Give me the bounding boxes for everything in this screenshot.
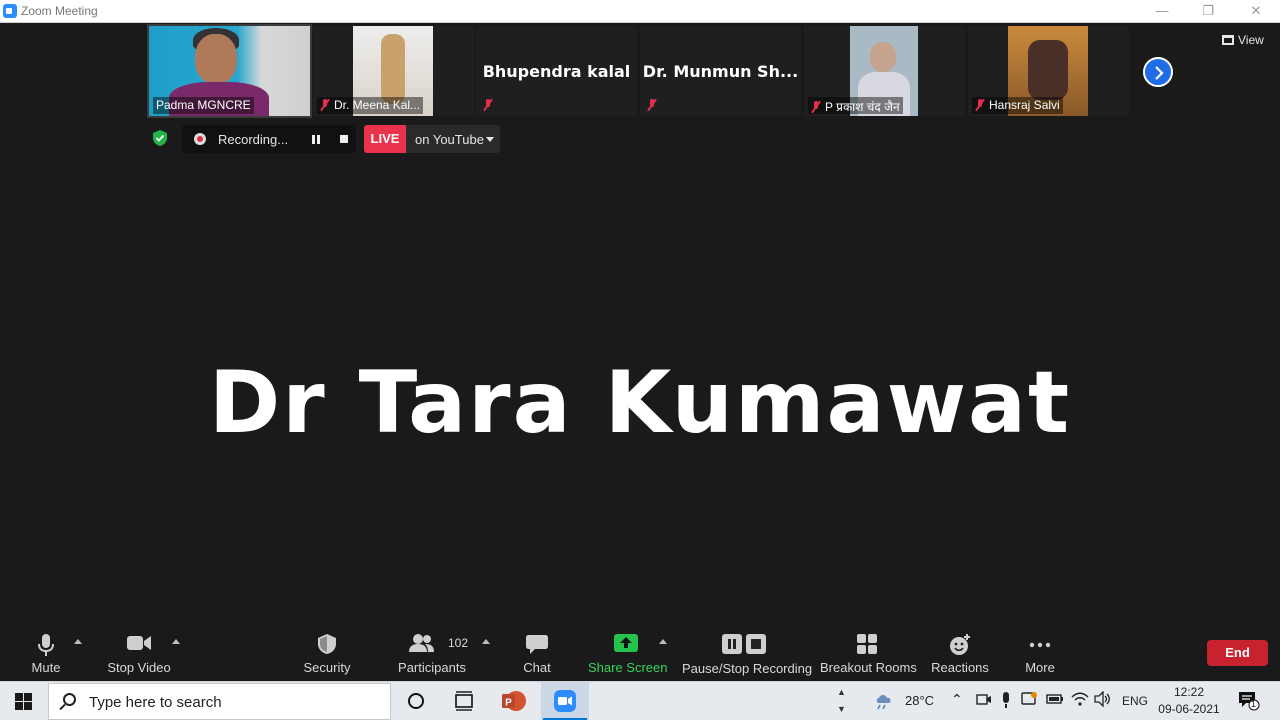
display-tray-icon[interactable]	[1021, 691, 1039, 710]
stop-video-button[interactable]: Stop Video	[104, 627, 174, 681]
chevron-right-icon	[1155, 66, 1164, 80]
participant-display-name: Dr. Munmun Sh...	[642, 62, 799, 81]
live-badge: LIVE	[364, 125, 406, 153]
zoom-app-icon	[554, 690, 576, 712]
chat-bubble-icon	[526, 635, 548, 654]
taskbar-search-box[interactable]: Type here to search	[48, 683, 391, 720]
participants-icon	[408, 634, 434, 652]
zoom-taskbar-button[interactable]	[541, 682, 589, 720]
mic-muted-icon	[975, 99, 985, 111]
view-button[interactable]: View	[1216, 31, 1272, 51]
zoom-logo-icon	[3, 4, 17, 18]
participant-mic	[644, 97, 664, 114]
reactions-smiley-icon	[950, 634, 970, 655]
video-options-caret[interactable]	[172, 639, 180, 644]
mic-muted-icon	[483, 99, 493, 111]
cortana-circle-icon	[408, 693, 424, 709]
notifications-button[interactable]: 1	[1238, 691, 1260, 714]
pause-recording-button[interactable]	[312, 135, 320, 144]
notification-count: 1	[1251, 699, 1257, 709]
meeting-area: Padma MGNCRE Dr. Meena Kal... Bhupendra …	[0, 23, 1280, 681]
participant-tile[interactable]: Bhupendra kalal	[476, 26, 637, 116]
participant-tile[interactable]: P प्रकाश चंद जैन	[804, 26, 965, 116]
search-icon	[63, 693, 76, 706]
participant-tile[interactable]: Dr. Munmun Sh...	[640, 26, 801, 116]
search-placeholder: Type here to search	[89, 694, 222, 711]
breakout-rooms-icon	[857, 634, 877, 654]
security-shield-icon	[318, 634, 336, 654]
meet-now-icon[interactable]	[976, 692, 992, 711]
participant-display-name: Bhupendra kalal	[482, 62, 631, 81]
meeting-toolbar: Mute Stop Video Security 102 Participant…	[0, 627, 1280, 681]
wifi-icon[interactable]	[1071, 691, 1089, 710]
chevron-up-icon[interactable]: ⌃	[951, 691, 963, 708]
participant-strip: Padma MGNCRE Dr. Meena Kal... Bhupendra …	[147, 24, 1129, 118]
input-language[interactable]: ENG	[1122, 694, 1148, 708]
participant-name: Padma MGNCRE	[153, 97, 254, 114]
participant-name: P प्रकाश चंद जैन	[808, 97, 903, 114]
pause-stop-recording-icon	[722, 634, 766, 654]
close-button[interactable]: ✕	[1233, 0, 1279, 23]
minimize-button[interactable]: —	[1139, 0, 1185, 23]
reactions-button[interactable]: Reactions	[930, 627, 990, 681]
mic-muted-icon	[647, 99, 657, 111]
participant-tile[interactable]: Padma MGNCRE	[147, 24, 312, 118]
live-stream-dropdown[interactable]: LIVE on YouTube	[364, 125, 500, 153]
recording-indicator: Recording...	[182, 125, 356, 153]
windows-taskbar: Type here to search P ▲ ▼ 28°C ⌃ ENG 12:…	[0, 681, 1280, 720]
mute-button[interactable]: Mute	[22, 627, 70, 681]
end-meeting-button[interactable]: End	[1207, 640, 1268, 666]
security-button[interactable]: Security	[300, 627, 354, 681]
chat-button[interactable]: Chat	[514, 627, 560, 681]
encryption-shield-icon[interactable]	[152, 129, 168, 147]
grid-view-icon	[1222, 35, 1234, 45]
active-speaker-name: Dr Tara Kumawat	[208, 353, 1072, 453]
mic-muted-icon	[811, 101, 821, 113]
breakout-rooms-button[interactable]: Breakout Rooms	[820, 627, 917, 681]
participant-tile[interactable]: Dr. Meena Kal...	[313, 26, 474, 116]
microphone-icon	[38, 634, 54, 656]
title-bar: Zoom Meeting — ❐ ✕	[0, 0, 1280, 23]
maximize-button[interactable]: ❐	[1185, 0, 1231, 23]
more-button[interactable]: More	[1016, 627, 1064, 681]
system-clock[interactable]: 12:22 09-06-2021	[1154, 684, 1224, 718]
weather-temperature[interactable]: 28°C	[905, 693, 934, 708]
participant-name: Hansraj Salvi	[972, 97, 1063, 114]
powerpoint-taskbar-button[interactable]: P	[490, 682, 538, 720]
microphone-tray-icon[interactable]	[1001, 692, 1011, 711]
participant-mic	[480, 97, 500, 114]
task-view-button[interactable]	[440, 682, 488, 720]
mic-muted-icon	[320, 99, 330, 111]
taskbar-scroll-arrows[interactable]: ▲ ▼	[837, 684, 846, 718]
volume-icon[interactable]	[1094, 690, 1112, 710]
share-screen-icon	[614, 634, 638, 652]
record-dot-icon	[194, 133, 206, 145]
caret-down-icon	[486, 137, 494, 142]
window-title: Zoom Meeting	[21, 4, 98, 18]
svg-text:P: P	[505, 698, 512, 709]
participants-options-caret[interactable]	[482, 639, 490, 644]
recording-status: Recording...	[218, 132, 289, 147]
share-options-caret[interactable]	[659, 639, 667, 644]
participants-count: 102	[448, 636, 469, 650]
participants-button[interactable]: 102 Participants	[396, 627, 468, 681]
cortana-button[interactable]	[392, 682, 440, 720]
participant-tile[interactable]: Hansraj Salvi	[968, 26, 1129, 116]
battery-icon[interactable]	[1046, 693, 1064, 708]
participant-name: Dr. Meena Kal...	[317, 97, 424, 114]
stop-recording-button[interactable]	[340, 135, 348, 143]
video-camera-icon	[127, 636, 151, 650]
pause-stop-recording-button[interactable]: Pause/Stop Recording	[682, 627, 812, 681]
live-platform: on YouTube	[415, 132, 484, 147]
next-page-button[interactable]	[1143, 57, 1173, 87]
windows-start-icon[interactable]	[15, 693, 32, 710]
powerpoint-icon: P	[502, 691, 526, 711]
weather-icon[interactable]	[874, 691, 896, 714]
notification-center-icon	[1239, 692, 1260, 711]
mute-options-caret[interactable]	[74, 639, 82, 644]
share-screen-button[interactable]: Share Screen	[588, 627, 668, 681]
task-view-icon	[455, 691, 473, 711]
more-dots-icon	[1029, 642, 1051, 648]
